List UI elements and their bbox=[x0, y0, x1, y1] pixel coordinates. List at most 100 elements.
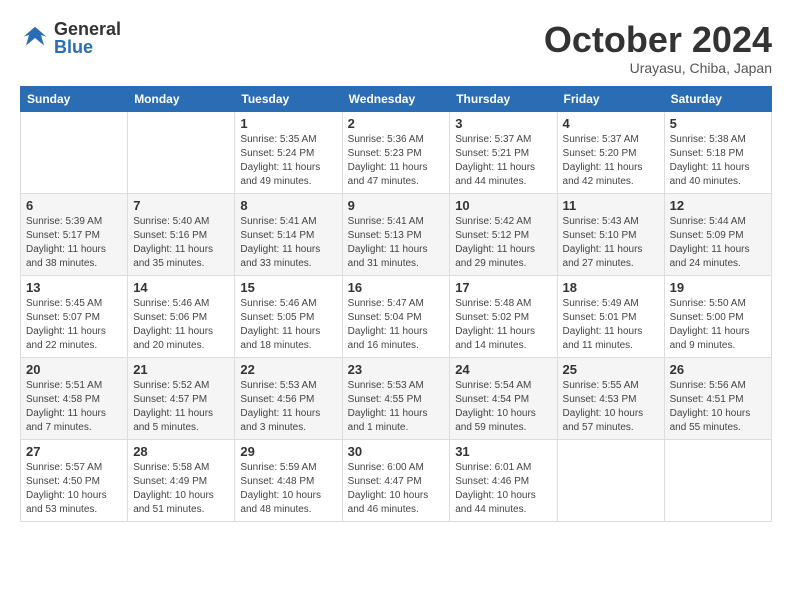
logo: General Blue bbox=[20, 20, 121, 56]
calendar-cell: 1 Sunrise: 5:35 AM Sunset: 5:24 PM Dayli… bbox=[235, 111, 342, 193]
day-number: 28 bbox=[133, 444, 229, 459]
calendar-week-3: 13 Sunrise: 5:45 AM Sunset: 5:07 PM Dayl… bbox=[21, 275, 772, 357]
day-number: 26 bbox=[670, 362, 766, 377]
day-info: Sunrise: 5:57 AM Sunset: 4:50 PM Dayligh… bbox=[26, 461, 122, 517]
day-info: Sunrise: 5:36 AM Sunset: 5:23 PM Dayligh… bbox=[348, 133, 445, 189]
calendar-cell: 28 Sunrise: 5:58 AM Sunset: 4:49 PM Dayl… bbox=[128, 439, 235, 521]
day-info: Sunrise: 5:37 AM Sunset: 5:21 PM Dayligh… bbox=[455, 133, 551, 189]
day-number: 5 bbox=[670, 116, 766, 131]
day-number: 10 bbox=[455, 198, 551, 213]
day-number: 11 bbox=[563, 198, 659, 213]
calendar-cell: 7 Sunrise: 5:40 AM Sunset: 5:16 PM Dayli… bbox=[128, 193, 235, 275]
logo-text: General Blue bbox=[54, 20, 121, 56]
day-info: Sunrise: 6:00 AM Sunset: 4:47 PM Dayligh… bbox=[348, 461, 445, 517]
day-number: 23 bbox=[348, 362, 445, 377]
weekday-header-row: SundayMondayTuesdayWednesdayThursdayFrid… bbox=[21, 86, 772, 111]
calendar-cell: 16 Sunrise: 5:47 AM Sunset: 5:04 PM Dayl… bbox=[342, 275, 450, 357]
calendar-cell: 21 Sunrise: 5:52 AM Sunset: 4:57 PM Dayl… bbox=[128, 357, 235, 439]
day-number: 4 bbox=[563, 116, 659, 131]
day-info: Sunrise: 5:43 AM Sunset: 5:10 PM Dayligh… bbox=[563, 215, 659, 271]
calendar-cell: 3 Sunrise: 5:37 AM Sunset: 5:21 PM Dayli… bbox=[450, 111, 557, 193]
calendar-cell: 29 Sunrise: 5:59 AM Sunset: 4:48 PM Dayl… bbox=[235, 439, 342, 521]
day-number: 17 bbox=[455, 280, 551, 295]
day-number: 2 bbox=[348, 116, 445, 131]
calendar-cell: 17 Sunrise: 5:48 AM Sunset: 5:02 PM Dayl… bbox=[450, 275, 557, 357]
day-info: Sunrise: 5:45 AM Sunset: 5:07 PM Dayligh… bbox=[26, 297, 122, 353]
calendar-cell: 27 Sunrise: 5:57 AM Sunset: 4:50 PM Dayl… bbox=[21, 439, 128, 521]
day-info: Sunrise: 5:47 AM Sunset: 5:04 PM Dayligh… bbox=[348, 297, 445, 353]
day-info: Sunrise: 5:58 AM Sunset: 4:49 PM Dayligh… bbox=[133, 461, 229, 517]
title-area: October 2024 Urayasu, Chiba, Japan bbox=[544, 20, 772, 76]
weekday-header-monday: Monday bbox=[128, 86, 235, 111]
day-number: 18 bbox=[563, 280, 659, 295]
calendar-cell bbox=[557, 439, 664, 521]
day-number: 27 bbox=[26, 444, 122, 459]
location: Urayasu, Chiba, Japan bbox=[544, 60, 772, 76]
day-number: 24 bbox=[455, 362, 551, 377]
calendar-cell: 2 Sunrise: 5:36 AM Sunset: 5:23 PM Dayli… bbox=[342, 111, 450, 193]
calendar-cell: 19 Sunrise: 5:50 AM Sunset: 5:00 PM Dayl… bbox=[664, 275, 771, 357]
day-number: 16 bbox=[348, 280, 445, 295]
weekday-header-tuesday: Tuesday bbox=[235, 86, 342, 111]
day-info: Sunrise: 5:41 AM Sunset: 5:14 PM Dayligh… bbox=[240, 215, 336, 271]
day-number: 13 bbox=[26, 280, 122, 295]
calendar-cell: 20 Sunrise: 5:51 AM Sunset: 4:58 PM Dayl… bbox=[21, 357, 128, 439]
day-info: Sunrise: 5:52 AM Sunset: 4:57 PM Dayligh… bbox=[133, 379, 229, 435]
calendar-cell: 15 Sunrise: 5:46 AM Sunset: 5:05 PM Dayl… bbox=[235, 275, 342, 357]
calendar-cell: 13 Sunrise: 5:45 AM Sunset: 5:07 PM Dayl… bbox=[21, 275, 128, 357]
day-number: 22 bbox=[240, 362, 336, 377]
calendar-cell: 12 Sunrise: 5:44 AM Sunset: 5:09 PM Dayl… bbox=[664, 193, 771, 275]
calendar-cell: 25 Sunrise: 5:55 AM Sunset: 4:53 PM Dayl… bbox=[557, 357, 664, 439]
calendar-cell: 23 Sunrise: 5:53 AM Sunset: 4:55 PM Dayl… bbox=[342, 357, 450, 439]
calendar-cell bbox=[664, 439, 771, 521]
day-info: Sunrise: 5:49 AM Sunset: 5:01 PM Dayligh… bbox=[563, 297, 659, 353]
day-info: Sunrise: 5:50 AM Sunset: 5:00 PM Dayligh… bbox=[670, 297, 766, 353]
day-info: Sunrise: 5:42 AM Sunset: 5:12 PM Dayligh… bbox=[455, 215, 551, 271]
day-info: Sunrise: 5:56 AM Sunset: 4:51 PM Dayligh… bbox=[670, 379, 766, 435]
calendar-cell: 5 Sunrise: 5:38 AM Sunset: 5:18 PM Dayli… bbox=[664, 111, 771, 193]
weekday-header-saturday: Saturday bbox=[664, 86, 771, 111]
day-number: 31 bbox=[455, 444, 551, 459]
calendar-table: SundayMondayTuesdayWednesdayThursdayFrid… bbox=[20, 86, 772, 522]
day-number: 21 bbox=[133, 362, 229, 377]
day-info: Sunrise: 5:35 AM Sunset: 5:24 PM Dayligh… bbox=[240, 133, 336, 189]
calendar-cell bbox=[21, 111, 128, 193]
calendar-cell: 31 Sunrise: 6:01 AM Sunset: 4:46 PM Dayl… bbox=[450, 439, 557, 521]
calendar-cell: 22 Sunrise: 5:53 AM Sunset: 4:56 PM Dayl… bbox=[235, 357, 342, 439]
day-number: 6 bbox=[26, 198, 122, 213]
calendar-cell: 4 Sunrise: 5:37 AM Sunset: 5:20 PM Dayli… bbox=[557, 111, 664, 193]
day-info: Sunrise: 5:39 AM Sunset: 5:17 PM Dayligh… bbox=[26, 215, 122, 271]
day-info: Sunrise: 5:48 AM Sunset: 5:02 PM Dayligh… bbox=[455, 297, 551, 353]
calendar-cell: 26 Sunrise: 5:56 AM Sunset: 4:51 PM Dayl… bbox=[664, 357, 771, 439]
day-info: Sunrise: 5:40 AM Sunset: 5:16 PM Dayligh… bbox=[133, 215, 229, 271]
day-number: 20 bbox=[26, 362, 122, 377]
day-info: Sunrise: 5:53 AM Sunset: 4:55 PM Dayligh… bbox=[348, 379, 445, 435]
month-title: October 2024 bbox=[544, 20, 772, 60]
day-number: 14 bbox=[133, 280, 229, 295]
day-number: 15 bbox=[240, 280, 336, 295]
weekday-header-thursday: Thursday bbox=[450, 86, 557, 111]
logo-icon bbox=[20, 23, 50, 53]
day-info: Sunrise: 5:37 AM Sunset: 5:20 PM Dayligh… bbox=[563, 133, 659, 189]
day-number: 19 bbox=[670, 280, 766, 295]
day-number: 1 bbox=[240, 116, 336, 131]
day-info: Sunrise: 5:59 AM Sunset: 4:48 PM Dayligh… bbox=[240, 461, 336, 517]
day-info: Sunrise: 5:46 AM Sunset: 5:05 PM Dayligh… bbox=[240, 297, 336, 353]
day-number: 3 bbox=[455, 116, 551, 131]
day-number: 29 bbox=[240, 444, 336, 459]
calendar-week-2: 6 Sunrise: 5:39 AM Sunset: 5:17 PM Dayli… bbox=[21, 193, 772, 275]
day-info: Sunrise: 5:53 AM Sunset: 4:56 PM Dayligh… bbox=[240, 379, 336, 435]
calendar-cell: 10 Sunrise: 5:42 AM Sunset: 5:12 PM Dayl… bbox=[450, 193, 557, 275]
day-number: 25 bbox=[563, 362, 659, 377]
day-info: Sunrise: 6:01 AM Sunset: 4:46 PM Dayligh… bbox=[455, 461, 551, 517]
calendar-week-5: 27 Sunrise: 5:57 AM Sunset: 4:50 PM Dayl… bbox=[21, 439, 772, 521]
calendar-cell: 14 Sunrise: 5:46 AM Sunset: 5:06 PM Dayl… bbox=[128, 275, 235, 357]
weekday-header-wednesday: Wednesday bbox=[342, 86, 450, 111]
calendar-week-4: 20 Sunrise: 5:51 AM Sunset: 4:58 PM Dayl… bbox=[21, 357, 772, 439]
calendar-cell: 18 Sunrise: 5:49 AM Sunset: 5:01 PM Dayl… bbox=[557, 275, 664, 357]
page-header: General Blue October 2024 Urayasu, Chiba… bbox=[20, 20, 772, 76]
calendar-cell: 30 Sunrise: 6:00 AM Sunset: 4:47 PM Dayl… bbox=[342, 439, 450, 521]
calendar-week-1: 1 Sunrise: 5:35 AM Sunset: 5:24 PM Dayli… bbox=[21, 111, 772, 193]
day-info: Sunrise: 5:54 AM Sunset: 4:54 PM Dayligh… bbox=[455, 379, 551, 435]
calendar-body: 1 Sunrise: 5:35 AM Sunset: 5:24 PM Dayli… bbox=[21, 111, 772, 521]
